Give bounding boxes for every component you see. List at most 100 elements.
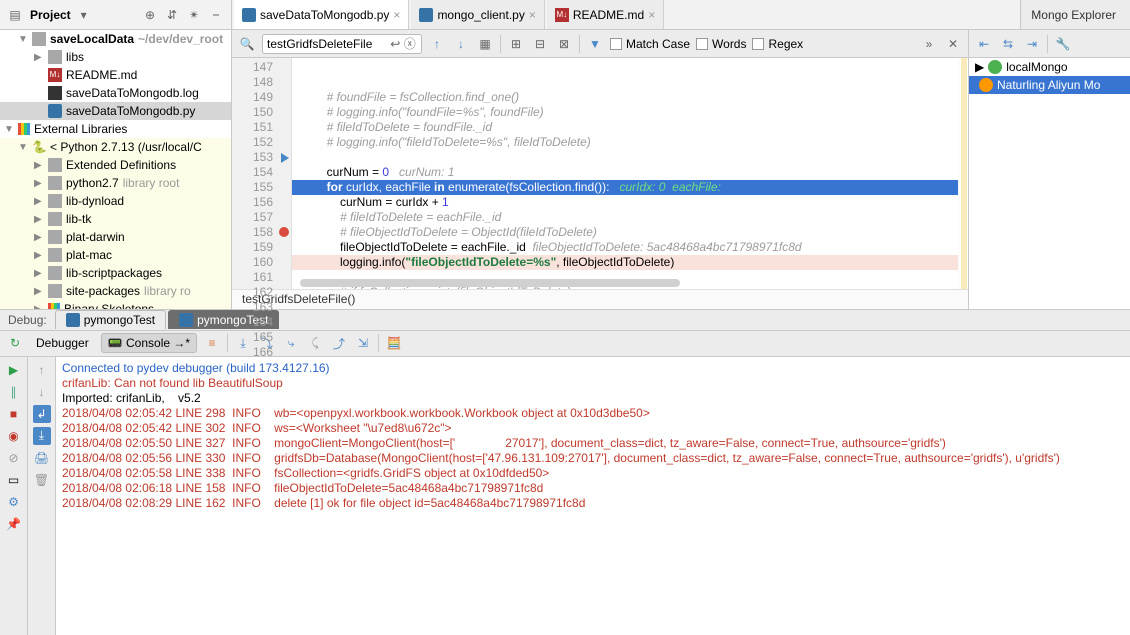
gear-icon[interactable]: ✴ (185, 6, 203, 24)
find-prev-icon[interactable]: ↑ (428, 35, 446, 53)
breadcrumb[interactable]: testGridfsDeleteFile() (232, 289, 968, 309)
mute-bp-icon[interactable]: ⊘ (5, 449, 23, 467)
chevron-down-icon[interactable]: ▾ (75, 6, 93, 24)
tree-root[interactable]: ▼ saveLocalData ~/dev/dev_root (0, 30, 231, 48)
mongo-node-aliyun[interactable]: Naturling Aliyun Mo (969, 76, 1130, 94)
line-gutter[interactable]: 1471481491501511521531541551561571581591… (232, 58, 292, 289)
close-icon[interactable]: × (529, 8, 536, 22)
select-all-occ-icon[interactable]: ⊟ (531, 35, 549, 53)
mongo-settings-icon[interactable]: 🔧 (1054, 35, 1072, 53)
lib-item[interactable]: ▶lib-tk (0, 210, 231, 228)
pin-icon[interactable]: 📌 (5, 515, 23, 533)
lib-item[interactable]: ▶lib-dynload (0, 192, 231, 210)
find-close-icon[interactable]: ✕ (944, 35, 962, 53)
debugger-tab[interactable]: Debugger (30, 334, 95, 352)
soft-wrap-icon[interactable]: ↲ (33, 405, 51, 423)
evaluate-icon[interactable]: 🧮 (385, 334, 403, 352)
debug-header: Debug: pymongoTest pymongoTest (0, 309, 1130, 331)
python-sdk[interactable]: ▼🐍 < Python 2.7.13 (/usr/local/C (0, 138, 231, 156)
find-history-icon[interactable]: ↩ (388, 35, 403, 53)
editor-tab[interactable]: mongo_client.py× (411, 0, 544, 29)
find-next-icon[interactable]: ↓ (452, 35, 470, 53)
debug-console[interactable]: Connected to pydev debugger (build 173.4… (56, 357, 1130, 635)
tree-item-label: saveDataToMongodb.log (66, 86, 199, 100)
mongo-explorer-tab[interactable]: Mongo Explorer (1020, 0, 1130, 29)
tree-item[interactable]: M↓README.md (0, 66, 231, 84)
tree-item[interactable]: saveDataToMongodb.log (0, 84, 231, 102)
tree-item[interactable]: ▶libs (0, 48, 231, 66)
find-bar: 🔍 ↩ ⓧ ↑ ↓ ▦ ⊞ ⊟ ⊠ ▼ Match Case Words Reg… (232, 30, 968, 58)
lib-label: lib-dynload (66, 194, 124, 208)
py-icon (179, 313, 193, 327)
project-tree[interactable]: ▼ saveLocalData ~/dev/dev_root ▶libsM↓RE… (0, 30, 232, 309)
tree-item-label: saveDataToMongodb.py (66, 104, 195, 118)
project-icon[interactable]: ▤ (6, 6, 24, 24)
step-out-icon[interactable]: ⤴ (330, 334, 348, 352)
scroll-end-icon[interactable]: ⤓ (33, 427, 51, 445)
find-input[interactable] (267, 37, 388, 51)
lib-label: plat-darwin (66, 230, 125, 244)
external-libs[interactable]: ▼ External Libraries (0, 120, 231, 138)
editor-tab[interactable]: saveDataToMongodb.py× (234, 0, 409, 29)
hide-icon[interactable]: ⎯ (207, 6, 225, 24)
regex-check[interactable]: Regex (752, 37, 803, 51)
h-scrollbar[interactable] (300, 279, 680, 287)
settings-icon[interactable]: ⚙ (5, 493, 23, 511)
db-icon (979, 78, 993, 92)
lib-item[interactable]: ▶Extended Definitions (0, 156, 231, 174)
console-side-actions: ↑ ↓ ↲ ⤓ 🖨 🗑 (28, 357, 56, 635)
tab-label: README.md (573, 8, 644, 22)
console-tab[interactable]: 📟 Console →* (101, 333, 197, 353)
rerun-icon[interactable]: ↻ (6, 334, 24, 352)
find-more-icon[interactable]: » (920, 35, 938, 53)
exclude-icon[interactable]: ⊠ (555, 35, 573, 53)
clear-icon[interactable]: 🗑 (33, 471, 51, 489)
layout-icon[interactable]: ▭ (5, 471, 23, 489)
find-select-all-icon[interactable]: ▦ (476, 35, 494, 53)
collapse-icon[interactable]: ⇵ (163, 6, 181, 24)
top-toolbar: ▤ Project ▾ ⊕ ⇵ ✴ ⎯ saveDataToMongodb.py… (0, 0, 1130, 30)
project-label: Project (30, 8, 71, 22)
up-icon[interactable]: ↑ (33, 361, 51, 379)
stop-icon[interactable]: ■ (5, 405, 23, 423)
editor-tab[interactable]: M↓README.md× (547, 0, 664, 29)
mongo-right-icon[interactable]: ⇥ (1023, 35, 1041, 53)
mongo-ver-icon[interactable]: ⇆ (999, 35, 1017, 53)
print-icon[interactable]: 🖨 (33, 449, 51, 467)
lib-item[interactable]: ▶Binary Skeletons (0, 300, 231, 309)
run-to-cursor-icon[interactable]: ⇲ (354, 334, 372, 352)
filter-icon[interactable]: ▼ (586, 35, 604, 53)
force-step-icon[interactable]: ⤹ (306, 334, 324, 352)
code-editor[interactable]: # foundFile = fsCollection.find_one() # … (292, 58, 958, 289)
lib-item[interactable]: ▶plat-mac (0, 246, 231, 264)
target-icon[interactable]: ⊕ (141, 6, 159, 24)
search-icon[interactable]: 🔍 (238, 35, 256, 53)
py-icon (66, 313, 80, 327)
mongo-explorer-panel: ⇤ ⇆ ⇥ 🔧 ▶localMongo Naturling Aliyun Mo (968, 30, 1130, 309)
find-input-wrap[interactable]: ↩ ⓧ (262, 34, 422, 54)
view-bp-icon[interactable]: ◉ (5, 427, 23, 445)
close-icon[interactable]: × (393, 8, 400, 22)
minimap[interactable] (958, 58, 968, 289)
console-line: 2018/04/08 02:05:42 LINE 298 INFO wb=<op… (62, 406, 1124, 421)
lib-item[interactable]: ▶site-packages library ro (0, 282, 231, 300)
words-check[interactable]: Words (696, 37, 746, 51)
mongo-left-icon[interactable]: ⇤ (975, 35, 993, 53)
debug-tab-1[interactable]: pymongoTest (55, 310, 166, 329)
db-icon (988, 60, 1002, 74)
console-line: crifanLib: Can not found lib BeautifulSo… (62, 376, 1124, 391)
resume-icon[interactable]: ▶ (5, 361, 23, 379)
find-clear-icon[interactable]: ⓧ (402, 35, 417, 53)
pause-icon[interactable]: ∥ (5, 383, 23, 401)
close-icon[interactable]: × (648, 8, 655, 22)
down-icon[interactable]: ↓ (33, 383, 51, 401)
step-settings-icon[interactable]: ≡ (203, 334, 221, 352)
match-case-check[interactable]: Match Case (610, 37, 690, 51)
lib-item[interactable]: ▶python2.7 library root (0, 174, 231, 192)
console-line: 2018/04/08 02:08:29 LINE 162 INFO delete… (62, 496, 1124, 511)
add-selection-icon[interactable]: ⊞ (507, 35, 525, 53)
lib-item[interactable]: ▶lib-scriptpackages (0, 264, 231, 282)
tree-item[interactable]: saveDataToMongodb.py (0, 102, 231, 120)
mongo-node-local[interactable]: ▶localMongo (969, 58, 1130, 76)
lib-item[interactable]: ▶plat-darwin (0, 228, 231, 246)
